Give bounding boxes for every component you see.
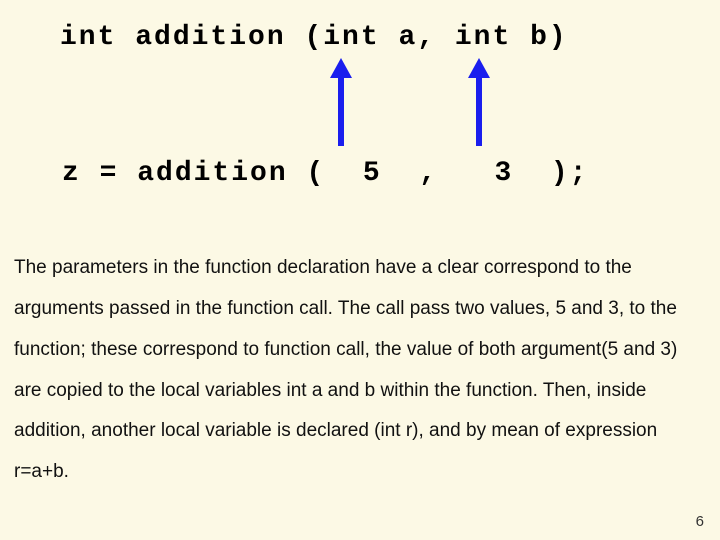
arrow-param-a-icon xyxy=(330,58,352,146)
function-declaration: int addition (int a, int b) xyxy=(60,22,568,53)
code-diagram: int addition (int a, int b) z = addition… xyxy=(0,0,720,238)
function-call: z = addition ( 5 , 3 ); xyxy=(62,158,588,189)
explanation-text: The parameters in the function declarati… xyxy=(0,238,720,493)
page-number: 6 xyxy=(696,513,704,530)
arrow-param-b-icon xyxy=(468,58,490,146)
